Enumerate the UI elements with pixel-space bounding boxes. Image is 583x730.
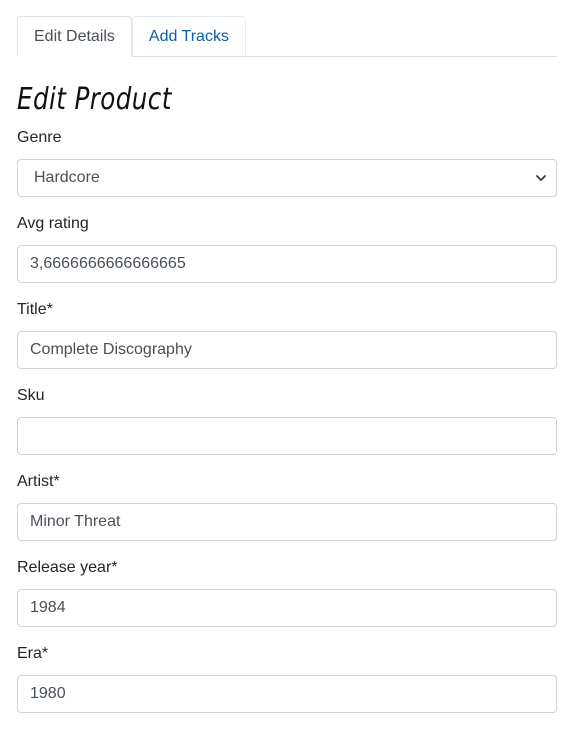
- release-year-input[interactable]: [17, 589, 557, 627]
- tab-add-tracks[interactable]: Add Tracks: [131, 16, 246, 57]
- sku-label: Sku: [17, 387, 45, 404]
- avg-rating-input[interactable]: [17, 245, 557, 283]
- product-form: Genre Hardcore Avg rating Title* Sku: [17, 128, 557, 730]
- title-group: Title*: [17, 300, 557, 386]
- avg-rating-label: Avg rating: [17, 215, 89, 232]
- edit-product-panel: Edit Details Add Tracks Edit Product Gen…: [17, 15, 557, 713]
- title-label: Title*: [17, 301, 53, 318]
- title-input[interactable]: [17, 331, 557, 369]
- artist-group: Artist*: [17, 472, 557, 558]
- sku-input[interactable]: [17, 417, 557, 455]
- sku-group: Sku: [17, 386, 557, 472]
- era-group: Era*: [17, 644, 557, 730]
- tab-bar: Edit Details Add Tracks: [17, 15, 557, 57]
- genre-select[interactable]: Hardcore: [17, 159, 557, 197]
- artist-input[interactable]: [17, 503, 557, 541]
- release-year-group: Release year*: [17, 558, 557, 644]
- genre-group: Genre Hardcore: [17, 128, 557, 214]
- artist-label: Artist*: [17, 473, 60, 490]
- tab-edit-details[interactable]: Edit Details: [17, 16, 132, 57]
- era-label: Era*: [17, 645, 49, 662]
- era-input[interactable]: [17, 675, 557, 713]
- avg-rating-group: Avg rating: [17, 214, 557, 300]
- genre-label: Genre: [17, 129, 62, 146]
- release-year-label: Release year*: [17, 559, 118, 576]
- page-title: Edit Product: [17, 82, 172, 117]
- genre-selected-value: Hardcore: [34, 169, 100, 186]
- chevron-down-icon: [535, 172, 547, 184]
